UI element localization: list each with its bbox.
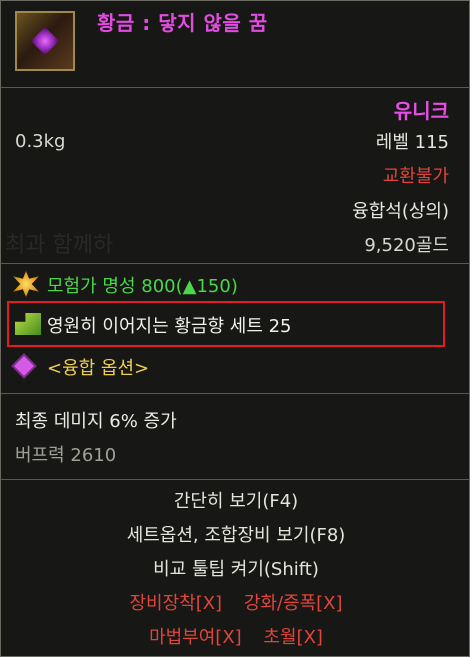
stat-buff-power: 버프력 2610 — [15, 445, 117, 466]
set-item-row[interactable]: 영원히 이어지는 황금향 세트 25 — [7, 301, 445, 347]
gem-core — [30, 26, 60, 56]
item-tooltip: 황금 : 닿지 않을 꿈 최과 함께하 유니크 0.3kg 레벨 115 교환불… — [0, 0, 470, 657]
divider — [1, 479, 470, 480]
equip-action[interactable]: 장비장착[X] — [129, 593, 222, 614]
fame-star-icon — [13, 271, 39, 297]
fame-text: 모험가 명성 800(▲150) — [47, 276, 238, 297]
background-ghost-text: 최과 함께하 — [5, 233, 114, 258]
diamond-icon — [11, 353, 37, 379]
rarity-label: 유니크 — [393, 99, 449, 123]
quick-view-action[interactable]: 간단히 보기(F4) — [1, 487, 470, 513]
divider — [1, 87, 470, 88]
item-weight: 0.3kg — [15, 131, 66, 152]
compare-tooltip-action[interactable]: 비교 툴팁 켜기(Shift) — [1, 555, 470, 581]
enchant-action[interactable]: 마법부여[X] — [149, 627, 242, 648]
stat-final-damage: 최종 데미지 6% 증가 — [15, 411, 177, 432]
item-level: 레벨 115 — [375, 132, 449, 153]
tooltip-header: 황금 : 닿지 않을 꿈 — [1, 1, 470, 87]
transcend-action[interactable]: 초월[X] — [263, 627, 323, 648]
enchant-transcend-row: 마법부여[X] 초월[X] — [1, 623, 470, 649]
fusion-option-label: <융합 옵션> — [47, 358, 150, 379]
trade-status: 교환불가 — [382, 166, 449, 187]
equip-type: 융합석(상의) — [352, 201, 449, 222]
divider — [1, 393, 470, 394]
divider — [1, 263, 470, 264]
item-price: 9,520골드 — [364, 235, 449, 256]
set-options-action[interactable]: 세트옵션, 조합장비 보기(F8) — [1, 521, 470, 547]
set-item-icon — [15, 313, 41, 335]
enhance-action[interactable]: 강화/증폭[X] — [244, 593, 343, 614]
set-name: 영원히 이어지는 황금향 세트 25 — [47, 316, 292, 337]
equip-enhance-row: 장비장착[X] 강화/증폭[X] — [1, 589, 470, 615]
item-armor-icon — [15, 11, 75, 71]
item-name: 황금 : 닿지 않을 꿈 — [97, 11, 268, 35]
